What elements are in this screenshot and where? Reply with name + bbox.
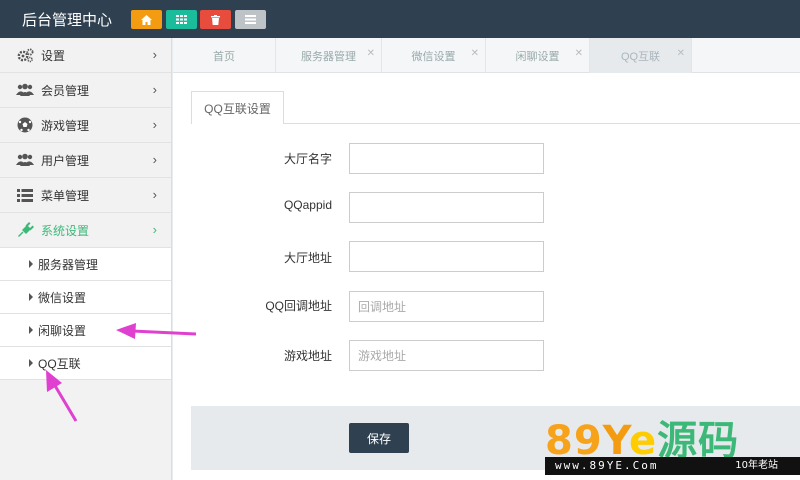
close-icon[interactable]: ✕ [575, 48, 583, 59]
sidebar-item-games[interactable]: 游戏管理 › [0, 108, 171, 143]
sidebar-subitem-label: QQ互联 [38, 356, 81, 371]
grid-icon [176, 15, 187, 24]
app-title: 后台管理中心 [22, 12, 113, 29]
close-icon[interactable]: ✕ [677, 48, 685, 59]
caret-right-icon [29, 293, 33, 301]
chevron-right-icon: › [152, 47, 157, 62]
tab-label: 闲聊设置 [515, 50, 560, 63]
sidebar-item-members[interactable]: 会员管理 › [0, 73, 171, 108]
list-icon [245, 15, 256, 24]
sidebar-subitem-xianliao-settings[interactable]: 闲聊设置 [0, 314, 171, 347]
form-tab-divider [283, 123, 800, 124]
chevron-right-icon: › [152, 82, 157, 97]
sidebar-item-label: 设置 [41, 48, 66, 63]
list-button[interactable] [235, 10, 266, 29]
qq-callback-url-input[interactable] [349, 291, 544, 322]
field-label-game-address: 游戏地址 [283, 349, 332, 363]
field-label-lobby-address: 大厅地址 [283, 251, 332, 265]
sidebar-item-label: 游戏管理 [41, 118, 90, 133]
chevron-down-icon: › [152, 222, 157, 237]
tab-server-management[interactable]: 服务器管理 ✕ [276, 38, 382, 73]
top-bar: 后台管理中心 [0, 0, 800, 38]
users-icon [16, 82, 34, 98]
sidebar-item-menus[interactable]: 菜单管理 › [0, 178, 171, 213]
sidebar-item-label: 菜单管理 [41, 188, 90, 203]
watermark-url-bar: www.89YE.Com 10年老站 [545, 457, 800, 475]
save-button[interactable]: 保存 [349, 423, 409, 453]
field-label-lobby-name: 大厅名字 [283, 152, 332, 166]
sidebar-item-label: 会员管理 [41, 83, 90, 98]
sidebar-item-settings[interactable]: 设置 › [0, 38, 171, 73]
sidebar: 设置 › 会员管理 › 游戏管理 › 用户管理 › 菜单管理 › 系统设置 › [0, 38, 172, 480]
grid-button[interactable] [166, 10, 197, 29]
sidebar-subitem-server-management[interactable]: 服务器管理 [0, 248, 171, 281]
tab-xianliao-settings[interactable]: 闲聊设置 ✕ [486, 38, 590, 73]
lobby-name-input[interactable] [349, 143, 544, 174]
game-address-input[interactable] [349, 340, 544, 371]
close-icon[interactable]: ✕ [471, 48, 479, 59]
field-label-qq-appid: QQappid [283, 198, 332, 212]
sidebar-subitem-label: 闲聊设置 [38, 323, 87, 338]
sidebar-subitem-label: 服务器管理 [38, 257, 99, 272]
delete-button[interactable] [200, 10, 231, 29]
home-icon [141, 14, 152, 25]
tab-bar: 首页 服务器管理 ✕ 微信设置 ✕ 闲聊设置 ✕ QQ互联 ✕ [173, 38, 800, 73]
trash-icon [211, 14, 220, 25]
watermark-tagline: 10年老站 [735, 460, 778, 471]
tab-qq-connect[interactable]: QQ互联 ✕ [590, 38, 692, 73]
tab-label: 首页 [213, 50, 235, 63]
tab-home[interactable]: 首页 [173, 38, 276, 73]
chevron-right-icon: › [152, 187, 157, 202]
form-tab-qq-connect-settings[interactable]: QQ互联设置 [191, 91, 284, 124]
sidebar-subitem-wechat-settings[interactable]: 微信设置 [0, 281, 171, 314]
gears-icon [16, 47, 34, 63]
watermark-logo: 89Ye源码 www.89YE.Com 10年老站 [545, 408, 800, 480]
field-label-qq-callback-url: QQ回调地址 [265, 299, 332, 313]
watermark-url: www.89YE.Com [555, 459, 659, 472]
home-button[interactable] [131, 10, 162, 29]
plug-icon [16, 222, 34, 238]
close-icon[interactable]: ✕ [367, 48, 375, 59]
tab-label: 服务器管理 [301, 50, 356, 63]
tab-label: QQ互联 [620, 50, 661, 63]
lobby-address-input[interactable] [349, 241, 544, 272]
chevron-right-icon: › [152, 117, 157, 132]
tab-wechat-settings[interactable]: 微信设置 ✕ [382, 38, 486, 73]
list-icon [16, 187, 34, 203]
caret-right-icon [29, 260, 33, 268]
caret-right-icon [29, 359, 33, 367]
caret-right-icon [29, 326, 33, 334]
sidebar-item-system-settings[interactable]: 系统设置 › [0, 213, 171, 248]
chevron-right-icon: › [152, 152, 157, 167]
sidebar-subitem-qq-connect[interactable]: QQ互联 [0, 347, 171, 380]
sidebar-item-label: 系统设置 [41, 223, 90, 238]
tab-label: 微信设置 [411, 50, 456, 63]
sidebar-subitem-label: 微信设置 [38, 290, 87, 305]
sidebar-item-users[interactable]: 用户管理 › [0, 143, 171, 178]
soccer-ball-icon [16, 117, 34, 133]
users-icon [16, 152, 34, 168]
qq-appid-input[interactable] [349, 192, 544, 223]
sidebar-item-label: 用户管理 [41, 153, 90, 168]
